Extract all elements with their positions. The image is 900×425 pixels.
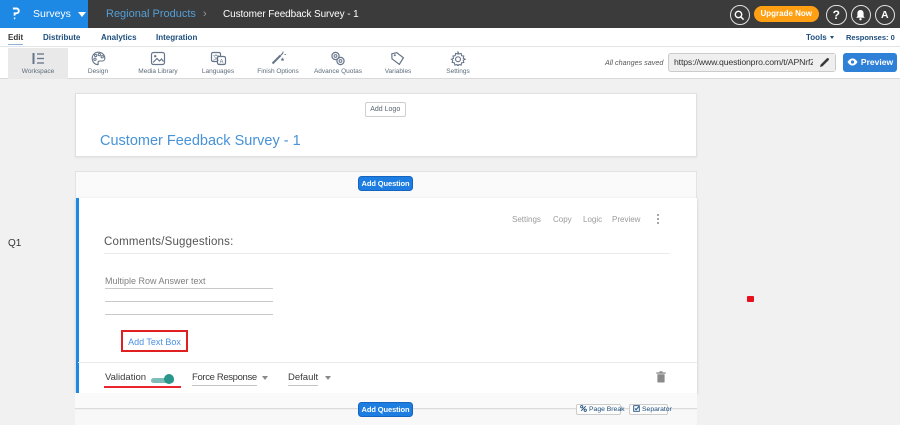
svg-text:A: A	[219, 59, 223, 65]
